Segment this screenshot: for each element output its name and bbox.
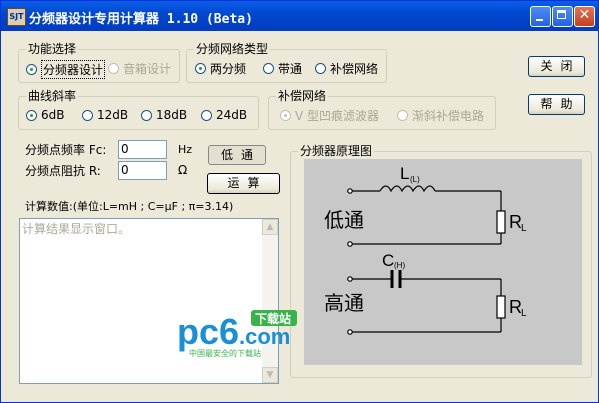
radio-label: 12dB: [97, 108, 129, 122]
radio-label: 渐斜补偿电路: [412, 109, 485, 123]
lowpass-label: 低通: [324, 208, 364, 232]
calculate-button[interactable]: 运算: [207, 173, 280, 194]
radio-bandpass[interactable]: 带通: [263, 60, 302, 77]
radio-18db[interactable]: 18dB: [141, 108, 187, 122]
watermark-brand: pc6: [177, 311, 239, 352]
radio-dot: [82, 109, 93, 121]
maximize-icon: [557, 10, 566, 19]
radio-v-notch-filter[interactable]: V 型凹痕滤波器: [280, 107, 379, 124]
radio-compensation[interactable]: 补偿网络: [315, 60, 378, 77]
radio-dot: [141, 109, 152, 121]
radio-label: 分频器设计: [41, 60, 106, 79]
radio-24db[interactable]: 24dB: [201, 108, 247, 122]
radio-label: 带通: [278, 62, 303, 76]
radio-label: 两分频: [210, 62, 247, 76]
radio-label: 18dB: [156, 108, 188, 122]
close-icon: ✕: [578, 7, 591, 23]
slope-legend: 曲线斜率: [26, 89, 79, 103]
window-title: 分频器设计专用计算器 1.10 (Beta): [29, 12, 253, 27]
fc-input[interactable]: 0: [118, 140, 167, 159]
inductor-sub: (L): [410, 175, 420, 184]
help-button[interactable]: 帮助: [528, 94, 585, 115]
radio-label: 24dB: [216, 108, 248, 122]
scroll-down-arrow-icon[interactable]: ▼: [262, 367, 278, 383]
radio-divider-design[interactable]: 分频器设计: [26, 60, 106, 79]
schematic-drawing: L (L) C (H) R L R L 低通 高通: [324, 164, 527, 335]
fc-unit: Hz: [178, 143, 193, 156]
close-button[interactable]: 关闭: [528, 56, 585, 77]
minimize-button[interactable]: [530, 6, 551, 27]
slope-group: 曲线斜率 6dB 12dB 18dB 24dB: [18, 89, 259, 130]
network-type-legend: 分频网络类型: [194, 42, 271, 56]
minimize-icon: [536, 19, 543, 21]
radio-dot: [397, 110, 408, 121]
radio-slope-compensation[interactable]: 渐斜补偿电路: [397, 107, 484, 124]
app-window: SJT 分频器设计专用计算器 1.10 (Beta) ✕ 功能选择 分频器设计 …: [0, 0, 599, 403]
watermark-tag: 下载站: [255, 311, 291, 326]
radio-dot: [26, 109, 37, 121]
radio-two-way[interactable]: 两分频: [195, 60, 246, 77]
function-select-group: 功能选择 分频器设计 音箱设计: [18, 42, 180, 83]
schematic-legend: 分频器原理图: [298, 144, 375, 158]
watermark-brand-suffix: .com: [239, 324, 290, 349]
r-unit: Ω: [178, 163, 188, 177]
radio-dot: [263, 63, 274, 74]
radio-dot: [195, 63, 206, 74]
radio-label: 补偿网络: [330, 62, 379, 76]
function-select-legend: 功能选择: [26, 42, 79, 56]
highpass-label: 高通: [324, 291, 364, 315]
capacitor-label: C: [382, 251, 394, 270]
radio-dot: [26, 64, 37, 75]
radio-speaker-design[interactable]: 音箱设计: [108, 60, 171, 77]
radio-label: 6dB: [41, 108, 65, 122]
radio-label: 音箱设计: [123, 62, 172, 76]
result-units-label: 计算数值:(单位:L=mH ; C=μF ; π=3.14): [25, 200, 234, 213]
radio-label: V 型凹痕滤波器: [295, 109, 380, 123]
radio-dot: [201, 109, 212, 121]
network-type-group: 分频网络类型 两分频 带通 补偿网络: [186, 42, 387, 83]
radio-6db[interactable]: 6dB: [26, 108, 64, 122]
r-input[interactable]: 0: [118, 161, 167, 180]
radio-12db[interactable]: 12dB: [82, 108, 128, 122]
inductor-label: L: [400, 164, 409, 183]
fc-label: 分频点频率 Fc:: [25, 143, 107, 157]
radio-dot: [315, 63, 326, 74]
compensation-legend: 补偿网络: [276, 89, 329, 103]
compensation-group: 补偿网络 V 型凹痕滤波器 渐斜补偿电路: [268, 89, 496, 130]
result-placeholder: 计算结果显示窗口。: [22, 222, 131, 236]
title-bar[interactable]: SJT 分频器设计专用计算器 1.10 (Beta) ✕: [1, 1, 598, 31]
capacitor-sub: (H): [394, 261, 405, 270]
low-resistor-sub: L: [521, 223, 527, 234]
pc6-watermark-logo: pc6 .com 下载站 中国最安全的下载站: [177, 304, 307, 361]
lowpass-button[interactable]: 低通: [208, 145, 266, 165]
watermark-slogan: 中国最安全的下载站: [189, 348, 261, 358]
app-icon[interactable]: SJT: [7, 8, 26, 26]
crossover-schematic: L (L) C (H) R L R L 低通 高通: [304, 159, 582, 365]
radio-dot: [108, 63, 119, 74]
high-resistor-sub: L: [521, 308, 527, 319]
close-window-button[interactable]: ✕: [574, 6, 595, 27]
maximize-button[interactable]: [552, 6, 573, 27]
scroll-up-arrow-icon[interactable]: ▲: [262, 219, 278, 235]
radio-dot: [280, 110, 291, 121]
r-label: 分频点阻抗 R:: [25, 164, 101, 178]
